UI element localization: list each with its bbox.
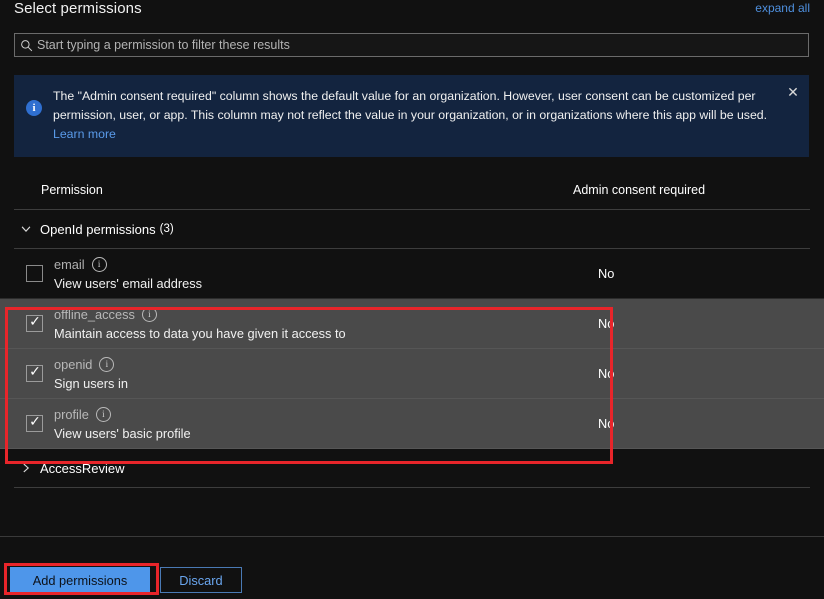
row-checkbox-cell[interactable]: ✓ — [0, 415, 54, 432]
admin-consent-value: No — [594, 266, 824, 281]
group-row-accessreview[interactable]: AccessReview — [14, 449, 810, 487]
permission-rows: email i View users' email address No ✓ o… — [0, 249, 824, 449]
row-checkbox-cell[interactable] — [0, 265, 54, 282]
table-row[interactable]: ✓ openid i Sign users in No — [0, 349, 824, 399]
info-icon[interactable]: i — [142, 307, 157, 322]
permission-info: email i View users' email address — [54, 255, 594, 292]
page-title: Select permissions — [14, 0, 142, 17]
permission-description: Maintain access to data you have given i… — [54, 326, 594, 342]
search-icon — [15, 39, 37, 52]
admin-consent-value: No — [594, 366, 824, 381]
info-icon[interactable]: i — [96, 407, 111, 422]
permission-description: View users' basic profile — [54, 426, 594, 442]
row-checkbox-cell[interactable]: ✓ — [0, 315, 54, 332]
checkbox-profile[interactable]: ✓ — [26, 415, 43, 432]
banner-message: The "Admin consent required" column show… — [53, 89, 767, 122]
table-row[interactable]: email i View users' email address No — [0, 249, 824, 299]
group-row-openid-permissions[interactable]: OpenId permissions (3) — [14, 210, 810, 249]
learn-more-link[interactable]: Learn more — [53, 127, 116, 141]
discard-button[interactable]: Discard — [160, 567, 242, 593]
table-row[interactable]: ✓ offline_access i Maintain access to da… — [0, 299, 824, 349]
admin-consent-value: No — [594, 316, 824, 331]
permission-info: offline_access i Maintain access to data… — [54, 305, 594, 342]
close-icon[interactable]: ✕ — [785, 85, 801, 101]
checkmark-icon: ✓ — [29, 414, 42, 427]
permission-name: profile — [54, 407, 89, 422]
permission-search-box[interactable] — [14, 33, 809, 57]
permission-info: openid i Sign users in — [54, 355, 594, 392]
permission-description: View users' email address — [54, 276, 594, 292]
add-permissions-button[interactable]: Add permissions — [10, 567, 150, 593]
column-header-admin-consent: Admin consent required — [573, 183, 705, 197]
search-input[interactable] — [37, 35, 808, 55]
chevron-down-icon — [14, 222, 40, 236]
panel-footer: Add permissions Discard — [0, 560, 824, 599]
permissions-table: Permission Admin consent required OpenId… — [0, 175, 824, 488]
group-count: (3) — [160, 223, 174, 235]
table-row[interactable]: ✓ profile i View users' basic profile No — [0, 399, 824, 449]
checkbox-offline-access[interactable]: ✓ — [26, 315, 43, 332]
permission-name: openid — [54, 357, 92, 372]
info-icon[interactable]: i — [92, 257, 107, 272]
checkmark-icon: ✓ — [29, 314, 42, 327]
footer-divider — [0, 536, 824, 537]
table-header-row: Permission Admin consent required — [14, 175, 810, 210]
admin-consent-value: No — [594, 416, 824, 431]
checkbox-email[interactable] — [26, 265, 43, 282]
permission-info: profile i View users' basic profile — [54, 405, 594, 442]
info-icon[interactable]: i — [99, 357, 114, 372]
permission-name: email — [54, 257, 85, 272]
permission-description: Sign users in — [54, 376, 594, 392]
banner-text-block: The "Admin consent required" column show… — [53, 87, 799, 157]
checkbox-openid[interactable]: ✓ — [26, 365, 43, 382]
admin-consent-info-banner: i The "Admin consent required" column sh… — [14, 75, 809, 157]
checkmark-icon: ✓ — [29, 364, 42, 377]
expand-all-link[interactable]: expand all — [755, 1, 810, 15]
row-checkbox-cell[interactable]: ✓ — [0, 365, 54, 382]
chevron-right-icon — [14, 461, 40, 475]
info-circle-icon: i — [26, 100, 42, 116]
group-label: OpenId permissions — [40, 222, 156, 237]
column-header-permission: Permission — [41, 183, 103, 197]
table-bottom-divider — [14, 487, 810, 488]
group-label: AccessReview — [40, 461, 125, 476]
panel-header: Select permissions expand all — [0, 0, 824, 30]
permission-name: offline_access — [54, 307, 135, 322]
